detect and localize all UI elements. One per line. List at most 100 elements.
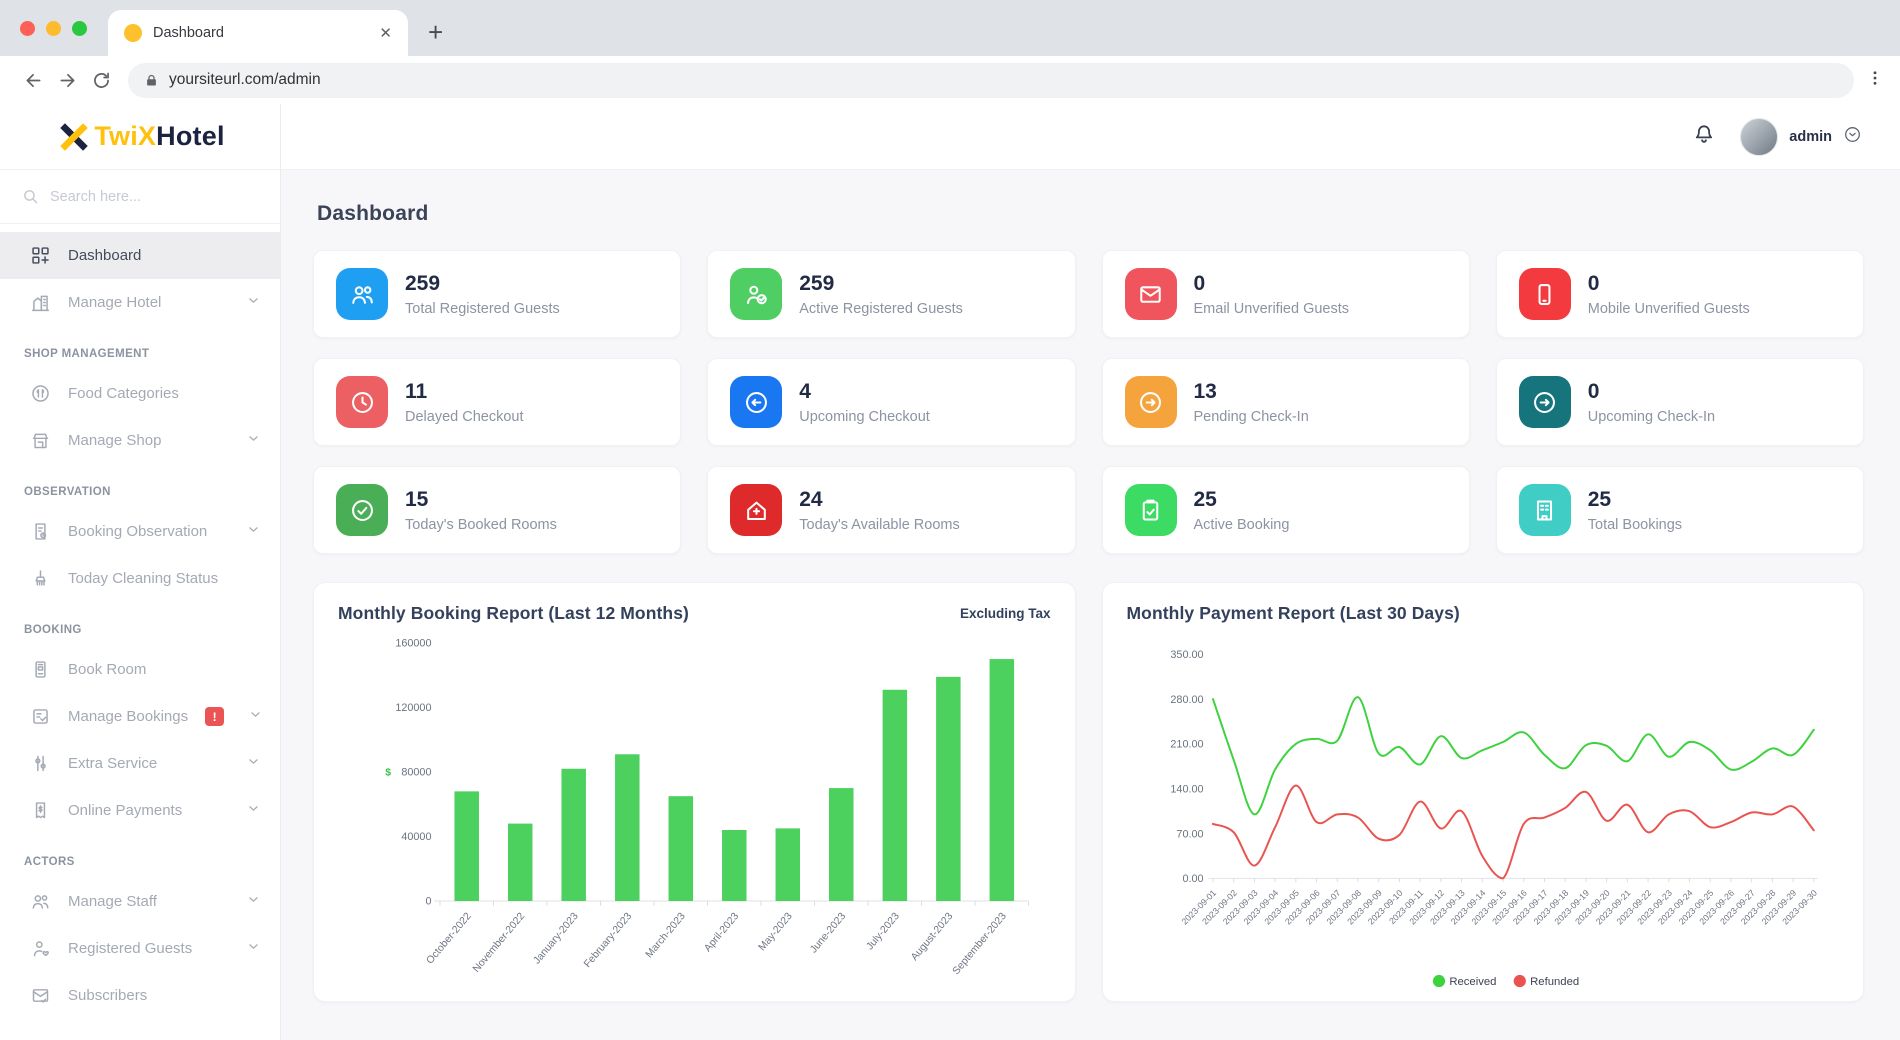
sidebar-item-booking-observation[interactable]: Booking Observation [0,508,280,555]
svg-text:June-2023: June-2023 [808,911,848,956]
svg-text:40000: 40000 [401,831,431,843]
stat-value: 259 [799,271,963,296]
sidebar-item-label: Manage Shop [68,432,230,449]
stat-value: 25 [1194,487,1290,512]
users-group-icon [349,281,376,308]
brand-name-first: TwiX [94,121,156,152]
brand-logo[interactable]: TwiX Hotel [0,104,280,170]
stat-label: Total Registered Guests [405,301,560,317]
sidebar-item-manage-bookings[interactable]: Manage Bookings! [0,693,280,740]
sidebar-item-manage-staff[interactable]: Manage Staff [0,878,280,925]
search-input[interactable] [50,189,258,205]
bell-icon [1692,122,1716,146]
sidebar-item-manage-shop[interactable]: Manage Shop [0,417,280,464]
sidebar-item-label: Booking Observation [68,523,230,540]
sidebar-item-book-room[interactable]: Book Room [0,646,280,693]
svg-text:0.00: 0.00 [1182,873,1203,885]
stat-value: 0 [1194,271,1350,296]
building-icon [1531,497,1558,524]
svg-text:October-2022: October-2022 [425,911,474,967]
stat-icon-badge [1125,376,1177,428]
stat-label: Active Booking [1194,517,1290,533]
svg-text:350.00: 350.00 [1170,649,1203,661]
stat-icon-badge [1125,484,1177,536]
check-circle-icon [349,497,376,524]
stat-card-upcoming-checkout: 4Upcoming Checkout [707,358,1075,446]
sidebar-item-label: Dashboard [68,247,260,264]
notifications-button[interactable] [1692,122,1716,151]
back-button[interactable] [16,63,50,97]
sidebar-item-registered-guests[interactable]: Registered Guests [0,925,280,972]
svg-text:160000: 160000 [395,638,431,650]
stat-icon-badge [730,268,782,320]
arrow-left-circle-icon [743,389,770,416]
sidebar-item-online-payments[interactable]: Online Payments [0,787,280,834]
lock-icon [144,73,159,88]
stat-value: 259 [405,271,560,296]
profile-menu[interactable]: admin [1740,118,1862,156]
stat-card-total-registered-guests: 259 Total Registered Guests [313,250,681,338]
svg-text:April-2023: April-2023 [703,911,742,954]
back-arrow-icon [23,70,44,91]
excluding-tax-note: Excluding Tax [960,606,1051,621]
sidebar-item-label: Manage Staff [68,893,230,910]
username: admin [1789,129,1832,145]
chevron-down-icon [247,940,260,957]
content: Dashboard 259Total Registered Guests259A… [281,170,1900,1040]
sidebar-item-subscribers[interactable]: Subscribers [0,972,280,1019]
new-tab-button[interactable]: + [428,19,443,45]
stat-icon-badge [1519,484,1571,536]
svg-text:September-2023: September-2023 [951,911,1009,977]
avatar [1740,118,1778,156]
stat-value: 13 [1194,379,1309,404]
stats-grid: 259 Total Registered Guests 259Active Regi… [313,250,1864,554]
browser-menu-button[interactable] [1866,69,1884,92]
sidebar-item-label: Manage Bookings [68,708,188,725]
forward-button[interactable] [50,63,84,97]
sidebar-section-actors: ACTORS [0,834,280,878]
svg-text:120000: 120000 [395,702,431,714]
stat-card-active-registered-guests: 259Active Registered Guests [707,250,1075,338]
guest-users-icon [30,938,51,959]
window-zoom-button[interactable] [72,21,87,36]
page-title: Dashboard [317,202,1864,226]
svg-text:210.00: 210.00 [1170,739,1203,751]
svg-text:February-2023: February-2023 [582,911,634,970]
hotel-building-icon [30,292,51,313]
envelope-icon [1137,281,1164,308]
stat-card-delayed-checkout: 11Delayed Checkout [313,358,681,446]
svg-text:May-2023: May-2023 [757,911,795,953]
sidebar-item-dashboard[interactable]: Dashboard [0,232,280,279]
tab-strip: Dashboard ✕ + [0,0,1900,56]
sidebar-item-label: Food Categories [68,385,260,402]
sidebar-item-today-cleaning-status[interactable]: Today Cleaning Status [0,555,280,602]
tab-close-icon[interactable]: ✕ [379,24,392,42]
reload-button[interactable] [84,63,118,97]
window-close-button[interactable] [20,21,35,36]
stat-icon-badge [730,484,782,536]
stat-label: Delayed Checkout [405,409,524,425]
kebab-menu-icon [1866,69,1884,87]
sidebar-item-food-categories[interactable]: Food Categories [0,370,280,417]
payment-report-card: Monthly Payment Report (Last 30 Days) 0.… [1102,582,1865,1002]
stat-icon-badge [336,484,388,536]
sidebar-item-label: Today Cleaning Status [68,570,260,587]
storefront-icon [30,430,51,451]
tab-favicon-icon [124,24,142,42]
url-bar[interactable]: yoursiteurl.com/admin [128,63,1854,98]
sidebar-item-extra-service[interactable]: Extra Service [0,740,280,787]
brand-name-second: Hotel [156,121,225,152]
stat-icon-badge [1125,268,1177,320]
svg-text:March-2023: March-2023 [644,911,688,961]
tab-title: Dashboard [153,25,368,41]
sidebar-item-label: Subscribers [68,987,260,1004]
sidebar-item-manage-hotel[interactable]: Manage Hotel [0,279,280,326]
search-icon [22,188,39,205]
food-category-icon [30,383,51,404]
browser-tab[interactable]: Dashboard ✕ [108,10,408,56]
arrow-right-circle-icon [1137,389,1164,416]
window-minimize-button[interactable] [46,21,61,36]
chevron-down-icon [247,523,260,540]
brand-x-mark-icon [55,118,93,156]
stat-icon-badge [1519,268,1571,320]
